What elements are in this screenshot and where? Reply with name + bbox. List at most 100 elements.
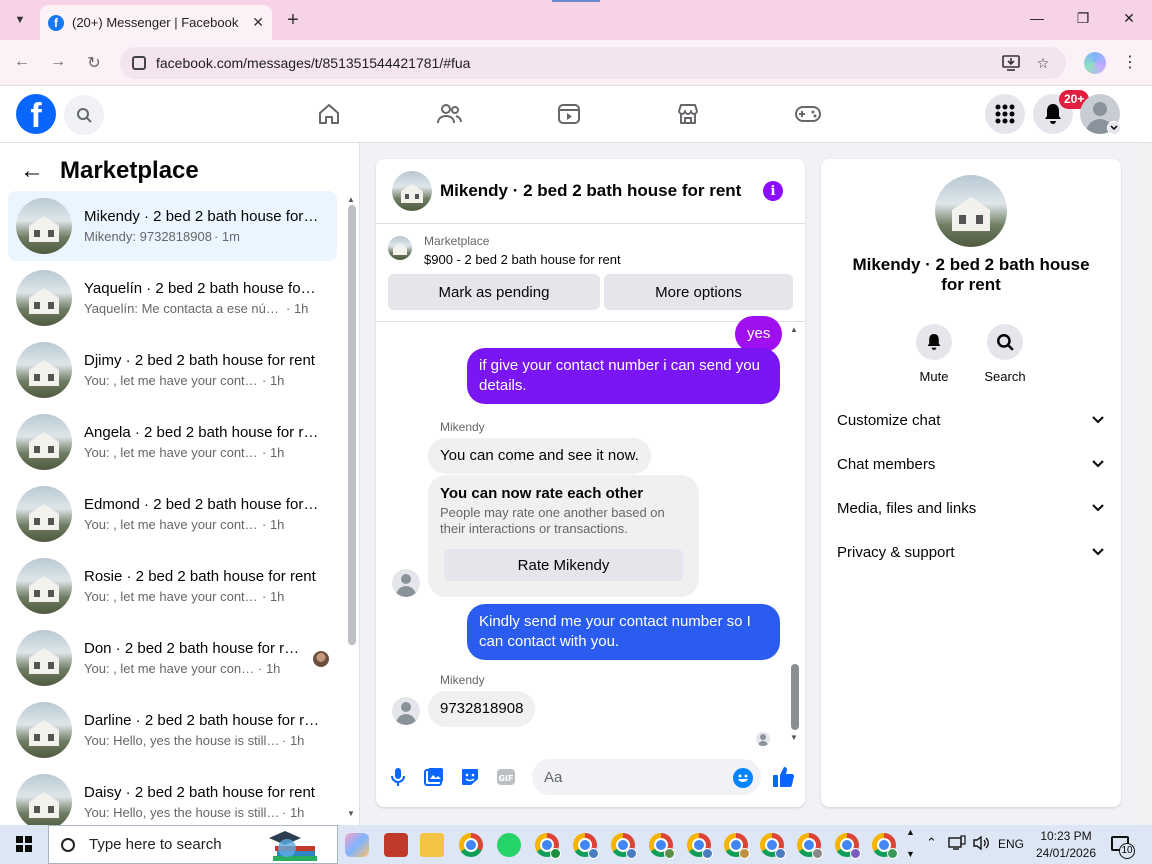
listing-thumbnail[interactable] — [392, 171, 432, 211]
message-composer: GIF — [376, 755, 805, 799]
conversation-item[interactable]: Daisy · 2 bed 2 bath house for rent You:… — [8, 767, 337, 825]
marketplace-icon[interactable] — [674, 100, 702, 128]
tab-close-icon[interactable]: ✕ — [252, 14, 264, 31]
home-icon[interactable] — [315, 100, 343, 128]
chrome-profile-icon[interactable] — [649, 833, 675, 859]
page-scrollbar[interactable] — [1138, 143, 1152, 825]
chrome-profile-icon[interactable] — [872, 833, 898, 859]
new-tab-plus-icon[interactable]: + — [282, 9, 304, 32]
chrome-profile-icon[interactable] — [611, 833, 637, 859]
back-arrow-icon[interactable]: ← — [12, 53, 32, 73]
mark-pending-button[interactable]: Mark as pending — [388, 274, 600, 310]
friends-icon[interactable] — [435, 100, 463, 128]
conversation-preview: You: , let me have your contact number — [84, 373, 260, 388]
scroll-up-icon[interactable]: ▲ — [906, 827, 915, 837]
mute-button[interactable]: Mute — [904, 324, 964, 384]
listing-price[interactable]: $900 - 2 bed 2 bath house for rent — [424, 252, 621, 267]
chat-header: Mikendy · 2 bed 2 bath house for rent i — [376, 159, 805, 224]
maximize-icon[interactable]: ❐ — [1073, 10, 1093, 27]
chrome-profile-icon[interactable] — [535, 833, 561, 859]
tab-search-chevron-icon[interactable]: ▼ — [8, 8, 32, 32]
install-app-icon[interactable] — [1002, 54, 1020, 72]
app-icon[interactable] — [384, 833, 408, 857]
info-icon[interactable]: i — [763, 181, 783, 201]
video-icon[interactable] — [555, 100, 583, 128]
chrome-profile-icon[interactable] — [835, 833, 861, 859]
back-arrow-icon[interactable]: ← — [20, 157, 44, 185]
chevron-down-icon — [1091, 501, 1105, 515]
scroll-up-arrow-icon[interactable]: ▲ — [347, 195, 355, 204]
browser-menu-icon[interactable]: ⋮ — [1122, 52, 1138, 72]
conversation-item[interactable]: Mikendy · 2 bed 2 bath house for rent Mi… — [8, 191, 337, 261]
emoji-icon[interactable] — [733, 768, 753, 788]
search-button[interactable]: Search — [975, 324, 1035, 384]
chrome-profile-icon[interactable] — [573, 833, 599, 859]
conversation-item[interactable]: Edmond · 2 bed 2 bath house for rent You… — [8, 479, 337, 549]
chrome-profile-icon[interactable] — [687, 833, 713, 859]
conversation-item[interactable]: Angela · 2 bed 2 bath house for rent You… — [8, 407, 337, 477]
media-files-links-row[interactable]: Media, files and links — [837, 486, 1105, 530]
thumbs-up-icon[interactable] — [771, 765, 795, 789]
chat-members-row[interactable]: Chat members — [837, 442, 1105, 486]
chat-window: Mikendy · 2 bed 2 bath house for rent i … — [376, 159, 805, 807]
chrome-profile-icon[interactable] — [760, 833, 786, 859]
scroll-down-arrow-icon[interactable]: ▼ — [347, 809, 355, 818]
scroll-up-arrow-icon[interactable]: ▲ — [790, 325, 798, 334]
chat-title[interactable]: Mikendy · 2 bed 2 bath house for rent — [440, 181, 741, 201]
chat-list-scrollbar[interactable] — [348, 205, 356, 645]
taskbar-search-placeholder: Type here to search — [89, 836, 222, 853]
bookmark-star-icon[interactable]: ☆ — [1034, 54, 1052, 72]
conversation-name: Rosie · 2 bed 2 bath house for rent — [84, 568, 316, 585]
taskbar-search[interactable]: Type here to search — [48, 825, 338, 864]
avatar-head — [1093, 102, 1107, 116]
url-text[interactable]: facebook.com/messages/t/851351544421781/… — [156, 55, 1002, 71]
message-input[interactable] — [532, 759, 761, 795]
address-bar[interactable]: facebook.com/messages/t/851351544421781/… — [120, 47, 1066, 79]
forward-arrow-icon[interactable]: → — [48, 53, 68, 73]
scroll-down-arrow-icon[interactable]: ▼ — [790, 733, 798, 742]
photo-icon[interactable] — [422, 765, 446, 789]
conversation-item[interactable]: Yaquelín · 2 bed 2 bath house for rent Y… — [8, 263, 337, 333]
listing-thumbnail[interactable] — [935, 175, 1007, 247]
sticker-icon[interactable] — [458, 765, 482, 789]
whatsapp-icon[interactable] — [497, 833, 521, 857]
more-options-button[interactable]: More options — [604, 274, 793, 310]
minimize-icon[interactable]: — — [1027, 10, 1047, 26]
facebook-logo-icon[interactable]: f — [16, 94, 56, 134]
taskbar-clock[interactable]: 10:23 PM 24/01/2026 — [1030, 828, 1102, 862]
facebook-search-icon[interactable] — [64, 95, 104, 135]
conversation-item[interactable]: Rosie · 2 bed 2 bath house for rent You:… — [8, 551, 337, 621]
close-window-icon[interactable]: ✕ — [1119, 10, 1139, 27]
conversation-item[interactable]: Darline · 2 bed 2 bath house for rent Yo… — [8, 695, 337, 765]
rate-user-button[interactable]: Rate Mikendy — [444, 549, 683, 581]
chrome-profile-icon[interactable] — [797, 833, 823, 859]
gaming-icon[interactable] — [794, 100, 822, 128]
language-indicator[interactable]: ENG — [998, 837, 1024, 851]
contact-avatar[interactable] — [392, 697, 420, 725]
browser-tab-messenger[interactable]: f (20+) Messenger | Facebook ✕ — [40, 5, 272, 40]
microphone-icon[interactable] — [386, 765, 410, 789]
windows-start-icon[interactable] — [16, 836, 32, 852]
marketplace-listing-card: Marketplace $900 - 2 bed 2 bath house fo… — [376, 224, 805, 322]
network-icon[interactable] — [948, 835, 966, 854]
file-explorer-icon[interactable] — [420, 833, 444, 857]
conversation-time: · 1h — [282, 733, 305, 748]
conversation-item[interactable]: Djimy · 2 bed 2 bath house for rent You:… — [8, 335, 337, 405]
show-hidden-icons-chevron-icon[interactable]: ⌃ — [926, 835, 937, 851]
privacy-support-row[interactable]: Privacy & support — [837, 530, 1105, 574]
volume-icon[interactable] — [972, 835, 990, 854]
menu-grid-icon[interactable] — [985, 94, 1025, 134]
customize-chat-row[interactable]: Customize chat — [837, 398, 1105, 442]
gif-icon[interactable]: GIF — [494, 765, 518, 789]
chat-scrollbar[interactable] — [791, 664, 799, 730]
contact-avatar[interactable] — [392, 569, 420, 597]
chrome-icon[interactable] — [459, 833, 483, 857]
account-chevron-down-icon[interactable] — [1107, 121, 1121, 135]
scroll-down-icon[interactable]: ▼ — [906, 849, 915, 859]
reload-icon[interactable]: ↻ — [84, 53, 104, 73]
conversation-item[interactable]: Don · 2 bed 2 bath house for rent You: ,… — [8, 623, 337, 693]
chrome-profile-icon[interactable] — [724, 833, 750, 859]
site-info-icon[interactable] — [132, 56, 146, 70]
copilot-icon[interactable] — [345, 833, 369, 857]
browser-profile-icon[interactable] — [1084, 52, 1106, 74]
